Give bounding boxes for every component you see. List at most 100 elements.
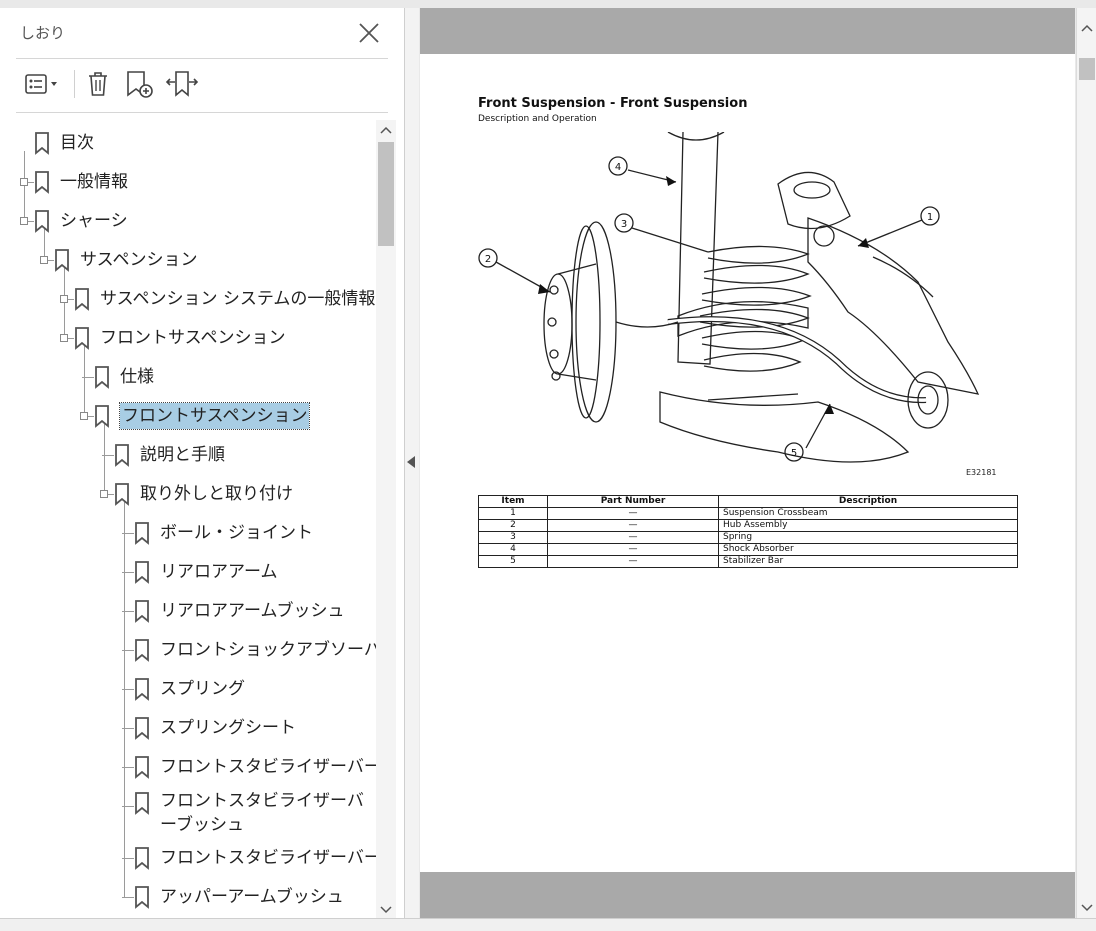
bookmark-item[interactable]: リアロアアーム — [134, 555, 277, 589]
bookmark-item[interactable]: スプリング — [134, 672, 245, 706]
bookmark-item[interactable]: フロントサスペンション — [94, 399, 311, 433]
bookmark-item[interactable]: フロントショックアブソーバー — [134, 633, 376, 667]
header-item: Item — [478, 495, 548, 508]
bookmark-label: 一般情報 — [60, 172, 128, 192]
bookmark-item[interactable]: シャーシ — [34, 204, 128, 238]
tree-guide-line — [124, 502, 125, 897]
bookmark-label: アッパーアームブッシュ — [160, 887, 344, 907]
suspension-diagram: 4 1 2 3 5 — [478, 132, 980, 463]
table-header-row: Item Part Number Description — [478, 495, 1018, 508]
page-subtitle: Description and Operation — [478, 114, 597, 124]
table-row: 5— Stabilizer Bar — [478, 555, 1018, 568]
callout-1: 1 — [927, 212, 933, 223]
scroll-down-icon[interactable] — [1077, 898, 1096, 918]
bookmark-icon — [35, 210, 49, 233]
bookmark-item[interactable]: サスペンション システムの一般情報 — [74, 282, 375, 316]
table-cell: — — [547, 543, 719, 556]
close-icon[interactable] — [356, 20, 382, 46]
tree-expander-icon[interactable] — [20, 217, 28, 225]
bookmark-item[interactable]: アッパーアームブッシュ — [134, 880, 344, 914]
tree-branch-line — [122, 533, 134, 534]
scroll-thumb[interactable] — [1079, 58, 1095, 80]
tree-scrollbar[interactable] — [376, 120, 396, 920]
tree-branch-line — [82, 377, 94, 378]
bookmarks-panel: しおり 目次一般情報 シャーシ サスペンション サスペンション システムの一般情… — [0, 8, 405, 920]
bookmark-item[interactable]: 仕様 — [94, 360, 154, 394]
tree-guide-line — [24, 151, 25, 221]
bookmark-item[interactable]: サスペンション — [54, 243, 197, 277]
callout-2: 2 — [485, 254, 491, 265]
bookmark-item[interactable]: フロントスタビライザーバーリンク — [134, 841, 376, 875]
tree-expander-icon[interactable] — [80, 412, 88, 420]
table-body: 1— Suspension Crossbeam 2— Hub Assembly 3— Sp… — [478, 507, 1018, 568]
callout-5: 5 — [791, 448, 797, 459]
table-row: 1— Suspension Crossbeam — [478, 507, 1018, 520]
delete-icon[interactable] — [84, 68, 112, 100]
bookmark-icon — [95, 366, 109, 389]
bookmark-label: 仕様 — [120, 367, 154, 387]
expand-bookmark-icon[interactable] — [164, 68, 200, 100]
page-title: Front Suspension - Front Suspension — [478, 96, 748, 111]
tree-expander-icon[interactable] — [20, 178, 28, 186]
bookmark-label: フロントサスペンション — [100, 328, 286, 348]
options-menu-icon[interactable] — [22, 68, 62, 100]
bookmark-icon — [35, 132, 49, 155]
bookmark-icon — [55, 249, 69, 272]
table-cell: — — [547, 555, 719, 568]
bookmark-icon — [135, 522, 149, 545]
scroll-thumb[interactable] — [378, 142, 394, 246]
bookmark-item[interactable]: 一般情報 — [34, 165, 128, 199]
tree-branch-line — [122, 689, 134, 690]
tree-branch-line — [122, 728, 134, 729]
parts-table: Item Part Number Description 1— Suspensio… — [478, 495, 1018, 568]
bookmark-icon — [135, 717, 149, 740]
scroll-up-icon[interactable] — [1077, 18, 1096, 38]
bookmark-item[interactable]: リアロアアームブッシュ — [134, 594, 344, 628]
tree-branch-line — [122, 897, 134, 898]
bookmark-label: 取り外しと取り付け — [140, 484, 293, 504]
tree-expander-icon[interactable] — [100, 490, 108, 498]
collapse-panel-icon[interactable] — [407, 456, 415, 468]
tree-guide-line — [84, 346, 85, 416]
new-bookmark-icon[interactable] — [124, 68, 156, 100]
tree-expander-icon[interactable] — [60, 334, 68, 342]
bookmark-label: 説明と手順 — [140, 445, 225, 465]
tree-expander-icon[interactable] — [40, 256, 48, 264]
panel-splitter[interactable] — [405, 8, 419, 918]
bookmark-icon — [135, 600, 149, 623]
table-row: 2— Hub Assembly — [478, 519, 1018, 532]
bookmark-item[interactable]: フロントスタビライザーバー — [134, 750, 376, 784]
bookmark-item[interactable]: ボール・ジョイント — [134, 516, 313, 550]
document-view: Front Suspension - Front Suspension Desc… — [420, 8, 1075, 918]
bookmark-item[interactable]: 目次 — [34, 126, 94, 160]
bookmark-icon — [135, 756, 149, 779]
bookmark-icon — [75, 288, 89, 311]
bookmark-label: サスペンション システムの一般情報 — [100, 289, 376, 309]
bookmark-icon — [135, 847, 149, 870]
table-cell: Stabilizer Bar — [718, 555, 1018, 568]
document-scrollbar[interactable] — [1076, 8, 1096, 918]
table-cell: — — [547, 531, 719, 544]
scroll-down-icon[interactable] — [376, 900, 396, 920]
bookmark-label: フロントサスペンション — [118, 402, 311, 430]
bookmark-icon — [135, 639, 149, 662]
status-bar — [0, 918, 1096, 931]
bookmark-item[interactable]: 取り外しと取り付け — [114, 477, 293, 511]
scroll-up-icon[interactable] — [376, 120, 396, 140]
bookmark-icon — [75, 327, 89, 350]
bookmark-item[interactable]: フロントサスペンション — [74, 321, 285, 355]
tree-branch-line — [122, 858, 134, 859]
bookmark-label: ボール・ジョイント — [160, 523, 313, 543]
tree-expander-icon[interactable] — [60, 295, 68, 303]
bookmark-item[interactable]: フロントスタビライザーバーブッシュ — [134, 789, 366, 839]
bookmark-icon — [135, 886, 149, 909]
bookmark-label: フロントスタビライザーバー — [160, 757, 376, 777]
table-cell: Hub Assembly — [718, 519, 1018, 532]
table-row: 4— Shock Absorber — [478, 543, 1018, 556]
table-cell: 3 — [478, 531, 548, 544]
bookmark-label: リアロアアーム — [160, 562, 278, 582]
bookmark-item[interactable]: 説明と手順 — [114, 438, 225, 472]
bookmark-icon — [35, 171, 49, 194]
bookmark-item[interactable]: スプリングシート — [134, 711, 296, 745]
figure-code: E32181 — [966, 468, 997, 477]
